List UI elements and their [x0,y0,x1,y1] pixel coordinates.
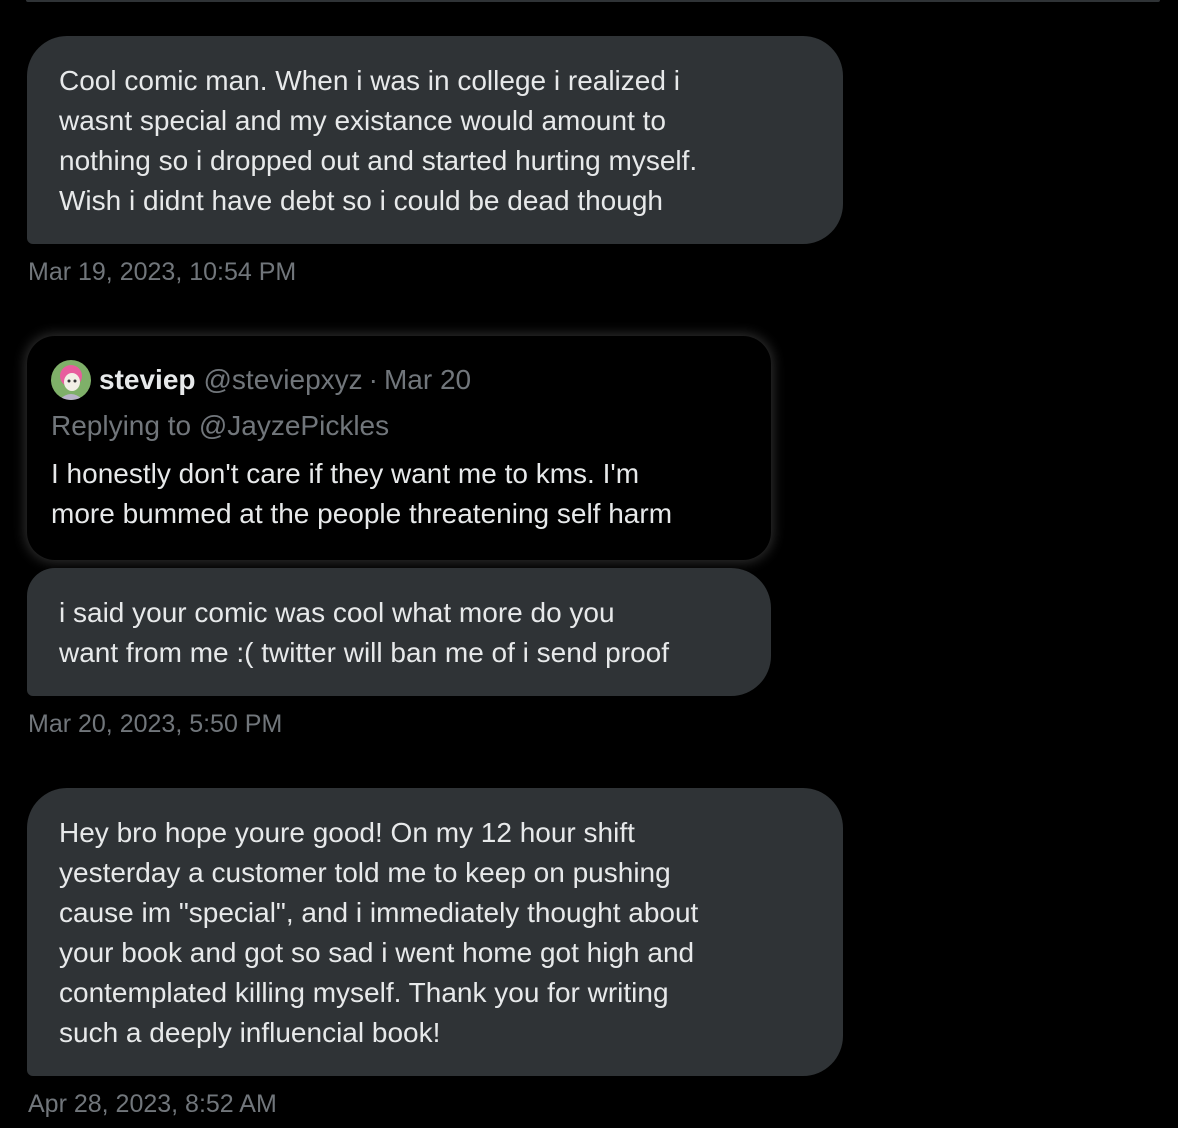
quoted-tweet-header: steviep @steviepxyz · Mar 20 [51,358,747,402]
avatar[interactable] [51,360,91,400]
top-divider [26,0,1160,2]
separator-dot: · [368,364,378,395]
replying-to-label: Replying to @JayzePickles [51,410,390,441]
message-bubble[interactable]: Hey bro hope youre good! On my 12 hour s… [27,788,843,1076]
message-timestamp: Mar 19, 2023, 10:54 PM [28,258,297,286]
message-timestamp: Apr 28, 2023, 8:52 AM [28,1090,277,1118]
message-timestamp: Mar 20, 2023, 5:50 PM [28,710,283,738]
avatar-illustration-icon [51,360,91,400]
quoted-tweet-card[interactable]: steviep @steviepxyz · Mar 20 Replying to… [27,336,771,560]
quoted-tweet-text: I honestly don't care if they want me to… [51,458,673,529]
quoted-author-handle[interactable]: @steviepxyz [204,364,363,396]
quoted-author-name[interactable]: steviep [99,364,196,396]
message-bubble[interactable]: Cool comic man. When i was in college i … [27,36,843,244]
message-bubble[interactable]: i said your comic was cool what more do … [27,568,771,696]
quoted-tweet-date[interactable]: Mar 20 [384,364,471,396]
